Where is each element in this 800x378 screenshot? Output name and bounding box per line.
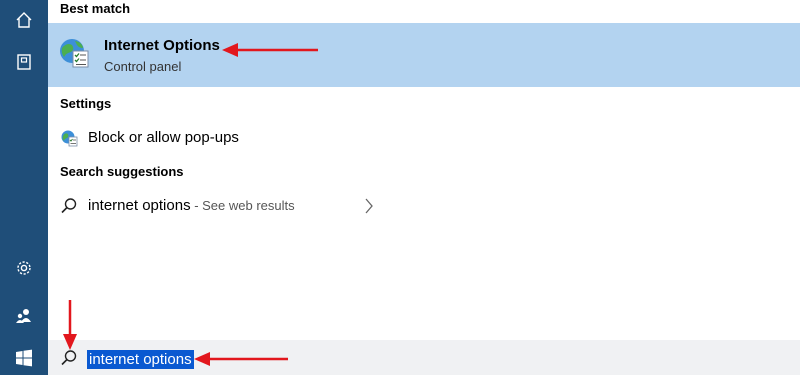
suggestion-text: internet options - See web results (88, 197, 295, 214)
settings-result-label: Block or allow pop-ups (88, 129, 239, 146)
internet-options-icon (57, 36, 91, 70)
best-match-header: Best match (60, 1, 131, 16)
notebook-button[interactable] (0, 42, 48, 82)
people-icon (15, 307, 33, 325)
people-button[interactable] (0, 296, 48, 336)
settings-button[interactable] (0, 248, 48, 288)
settings-result-block-popups[interactable]: Block or allow pop-ups (48, 122, 800, 154)
search-results-panel: Best match Internet Options Control pane… (48, 0, 800, 340)
search-box[interactable]: internet options (48, 340, 800, 375)
settings-icon (15, 259, 33, 277)
chevron-right-icon[interactable] (364, 198, 374, 219)
settings-header: Settings (60, 96, 112, 111)
home-button[interactable] (0, 0, 48, 40)
suggestion-hint: - See web results (190, 198, 295, 213)
suggestion-web-result[interactable]: internet options - See web results (48, 190, 800, 222)
search-icon (60, 197, 78, 215)
notebook-icon (15, 53, 33, 71)
search-suggestions-header: Search suggestions (60, 164, 184, 179)
best-match-subtitle: Control panel (104, 59, 182, 74)
home-icon (15, 11, 33, 29)
search-input[interactable]: internet options (87, 350, 194, 369)
windows-start-icon (15, 349, 33, 367)
best-match-title: Internet Options (104, 37, 220, 54)
search-box-icon (60, 349, 78, 372)
start-rail (0, 0, 48, 375)
suggestion-query: internet options (88, 197, 191, 214)
windows-start-button[interactable] (0, 338, 48, 378)
internet-options-small-icon (60, 129, 78, 147)
best-match-result[interactable]: Internet Options Control panel (48, 23, 800, 87)
